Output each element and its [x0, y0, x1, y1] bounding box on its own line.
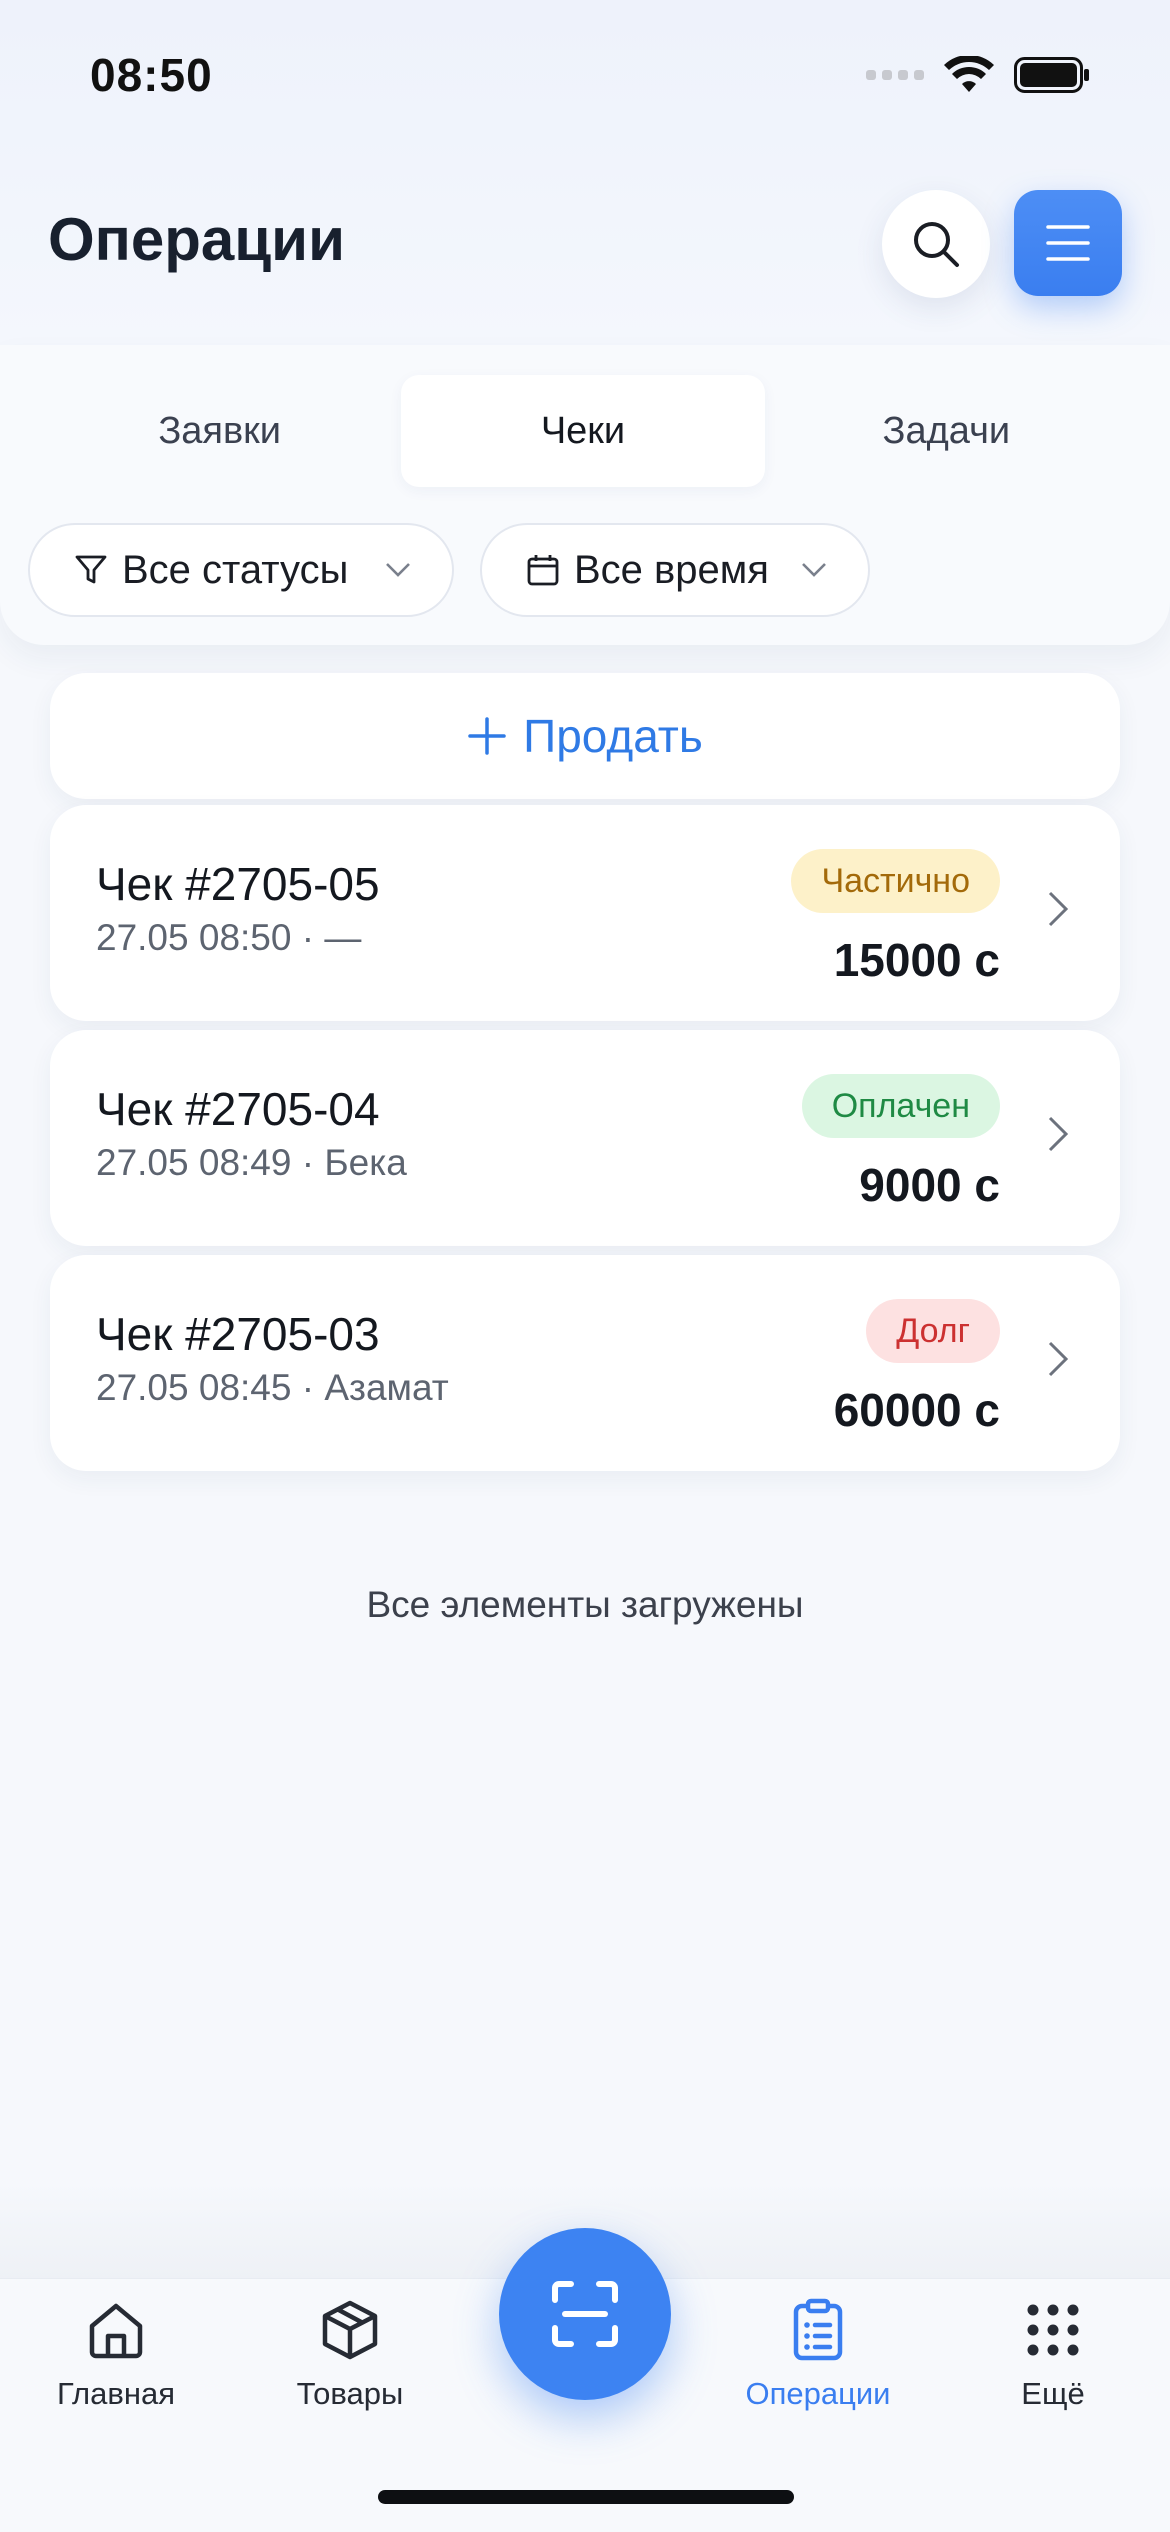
tab-tasks[interactable]: Задачи [765, 375, 1128, 487]
status-time: 08:50 [90, 49, 213, 101]
search-button[interactable] [882, 190, 990, 298]
filter-panel: Заявки Чеки Задачи Все статусы Все время [0, 345, 1170, 645]
chevron-right-icon [1048, 1341, 1069, 1377]
tab-bar: Заявки Чеки Задачи [38, 375, 1128, 487]
scan-icon [552, 2281, 618, 2347]
nav-products-label: Товары [296, 2376, 404, 2411]
tab-requests[interactable]: Заявки [38, 375, 401, 487]
nav-operations[interactable]: Операции [718, 2298, 918, 2412]
status-badge: Долг [866, 1299, 1000, 1363]
time-filter-chip[interactable]: Все время [480, 523, 870, 617]
status-icons [866, 56, 1090, 94]
sell-button-label: Продать [523, 710, 703, 762]
nav-products[interactable]: Товары [250, 2298, 450, 2412]
chevron-right-icon [1048, 1116, 1069, 1152]
clipboard-list-icon [793, 2298, 843, 2361]
plus-icon [468, 717, 506, 755]
status-badge: Частично [791, 849, 1000, 913]
receipt-card[interactable]: Чек #2705-04 27.05 08:49 · Бека Оплачен … [50, 1030, 1120, 1246]
chevron-down-icon [386, 563, 410, 577]
scan-button[interactable] [499, 2228, 671, 2400]
chevron-down-icon [802, 563, 826, 577]
menu-button[interactable] [1014, 190, 1122, 296]
chevron-right-icon [1048, 891, 1069, 927]
nav-more-label: Ещё [1021, 2376, 1085, 2411]
status-filter-chip[interactable]: Все статусы [28, 523, 454, 617]
receipt-card[interactable]: Чек #2705-03 27.05 08:45 · Азамат Долг 6… [50, 1255, 1120, 1471]
grid-dots-icon [1027, 2304, 1079, 2356]
receipt-amount: 9000 с [859, 1159, 1000, 1211]
status-badge: Оплачен [801, 1074, 1000, 1138]
receipt-subtitle: 27.05 08:45 · Азамат [96, 1367, 449, 1408]
receipt-subtitle: 27.05 08:50 · — [96, 917, 362, 958]
receipt-title: Чек #2705-03 [96, 1308, 380, 1360]
all-loaded-note: Все элементы загружены [366, 1584, 804, 1625]
app-screen: 08:50 Операции Заявки Чеки Задачи Все ст… [0, 0, 1170, 2532]
receipt-subtitle: 27.05 08:49 · Бека [96, 1142, 407, 1183]
receipt-amount: 60000 с [833, 1384, 1000, 1436]
search-icon [914, 222, 959, 267]
wifi-icon [944, 56, 994, 92]
calendar-icon [527, 555, 559, 586]
receipt-amount: 15000 с [833, 934, 1000, 986]
tab-receipts[interactable]: Чеки [401, 375, 765, 487]
filter-icon [75, 555, 107, 584]
nav-home-label: Главная [57, 2376, 175, 2411]
time-filter-label: Все время [574, 547, 769, 592]
sell-button[interactable]: Продать [50, 673, 1120, 799]
nav-home[interactable]: Главная [16, 2298, 216, 2412]
menu-icon [1046, 225, 1090, 261]
nav-more[interactable]: Ещё [953, 2298, 1153, 2412]
cellular-signal-icon [866, 70, 924, 80]
receipt-title: Чек #2705-05 [96, 858, 380, 910]
status-bar: 08:50 [0, 0, 1170, 150]
battery-icon [1014, 57, 1089, 93]
home-icon [89, 2303, 143, 2359]
nav-operations-label: Операции [745, 2376, 891, 2411]
home-indicator [378, 2490, 794, 2504]
page-title: Операции [48, 206, 345, 273]
box-icon [322, 2300, 378, 2360]
receipt-title: Чек #2705-04 [96, 1083, 380, 1135]
receipt-card[interactable]: Чек #2705-05 27.05 08:50 · — Частично 15… [50, 805, 1120, 1021]
status-filter-label: Все статусы [122, 547, 349, 592]
